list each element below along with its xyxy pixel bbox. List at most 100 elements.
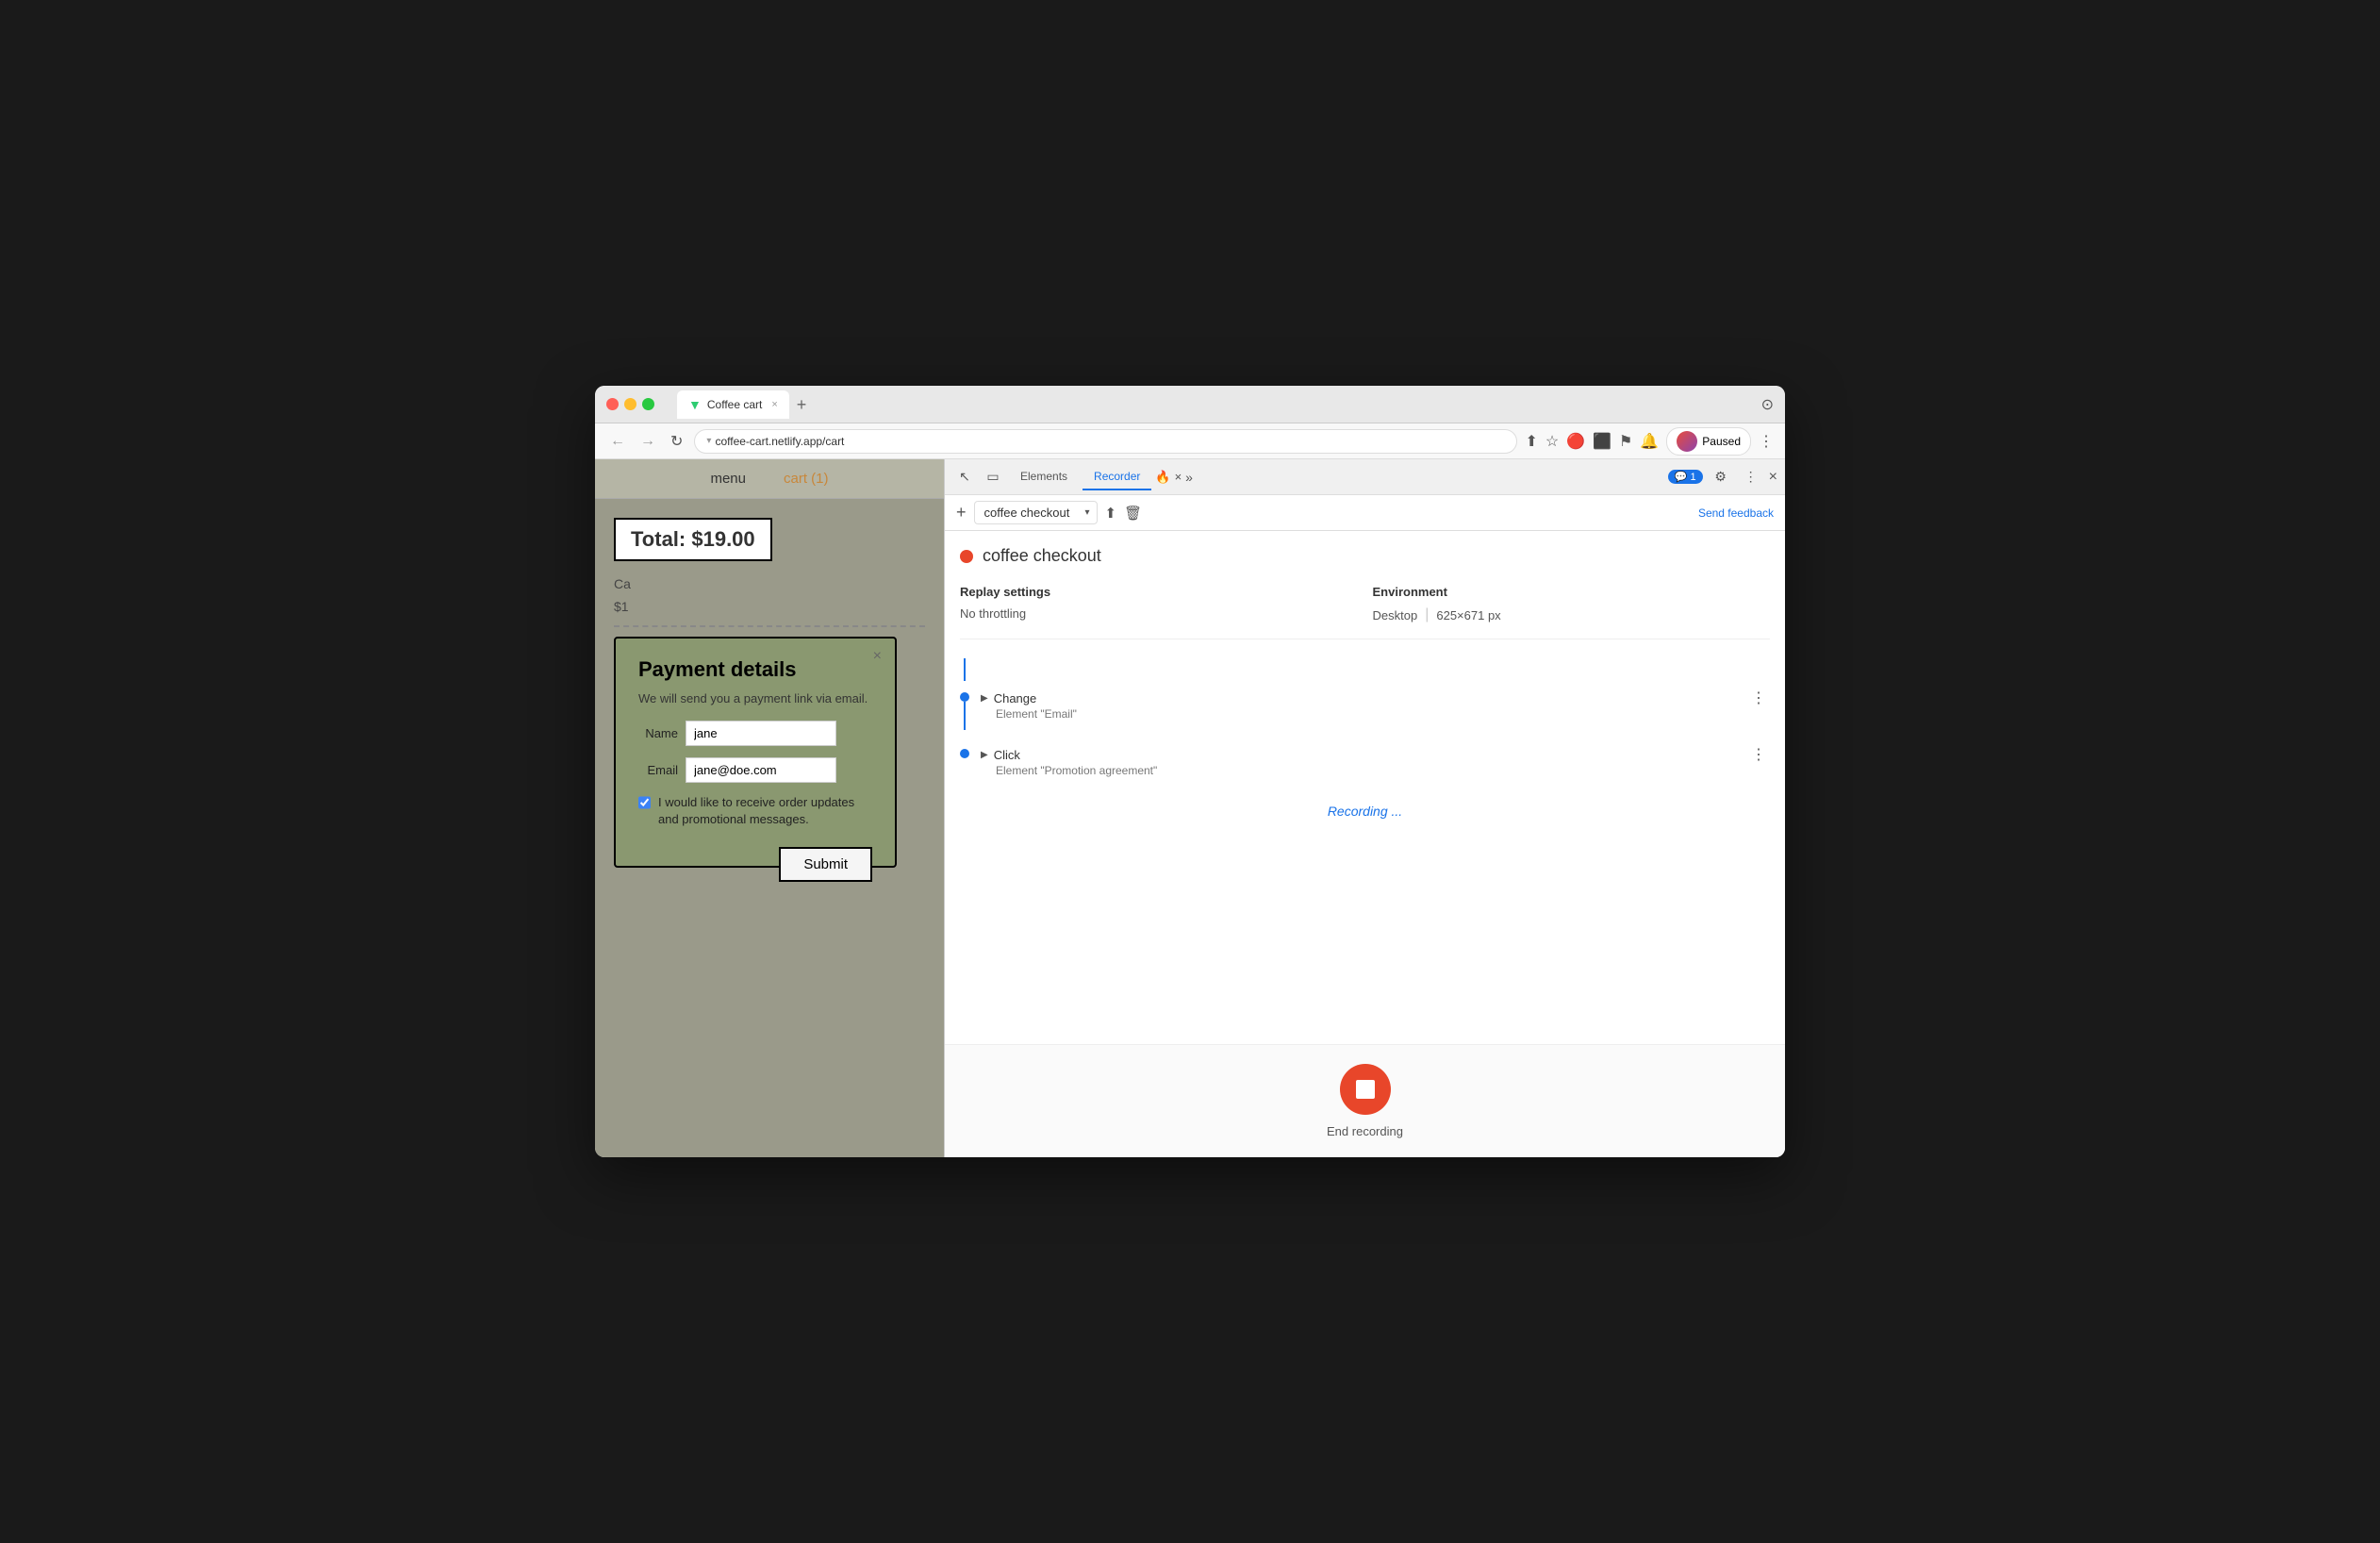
step-dot-area-1 [960, 689, 969, 730]
send-feedback-link[interactable]: Send feedback [1698, 506, 1774, 520]
bookmark-icon[interactable]: ☆ [1545, 432, 1559, 451]
environment-heading: Environment [1373, 585, 1771, 599]
new-tab-button[interactable]: + [793, 392, 811, 417]
page-content: menu cart (1) Total: $19.00 Ca $1 × [595, 459, 944, 1157]
page-body: Total: $19.00 Ca $1 × Payment details We… [595, 499, 944, 887]
lock-icon: ▾ [706, 436, 711, 446]
settings-icon[interactable]: ⊙ [1761, 395, 1774, 414]
name-label: Name [638, 726, 678, 740]
tab-favicon: ▼ [688, 397, 702, 412]
tab-close-icon[interactable]: × [771, 399, 777, 410]
cart-price-label: $1 [614, 599, 629, 614]
address-bar: ← → ↻ ▾ coffee-cart.netlify.app/cart ⬆ ☆… [595, 423, 1785, 459]
step-action-2: Click [994, 748, 1020, 762]
recording-dot [960, 550, 973, 563]
checkbox-row: I would like to receive order updates an… [638, 794, 872, 828]
add-recording-button[interactable]: + [956, 503, 967, 523]
step-body-1: ▶ Change ⋮ Element "Email" [981, 689, 1770, 721]
step-action-1: Change [994, 691, 1037, 705]
recording-select[interactable]: coffee checkout [974, 501, 1098, 524]
recording-status: Recording ... [960, 785, 1770, 838]
stop-icon [1356, 1080, 1375, 1099]
step-connector-top [964, 658, 966, 681]
env-value: Desktop [1373, 608, 1418, 622]
chat-count: 1 [1691, 472, 1696, 483]
export-recording-icon[interactable]: ⬆ [1105, 505, 1117, 522]
recording-select-wrapper: coffee checkout ▾ [974, 501, 1098, 524]
extension-icon-1[interactable]: 🔴 [1566, 432, 1585, 451]
url-bar[interactable]: ▾ coffee-cart.netlify.app/cart [694, 429, 1517, 454]
step-detail-2: Element "Promotion agreement" [981, 764, 1770, 777]
recorder-close-icon[interactable]: × [1175, 470, 1182, 484]
throttling-value: No throttling [960, 606, 1358, 623]
traffic-lights [606, 398, 654, 410]
email-field-row: Email [638, 757, 872, 783]
step-header-2: ▶ Click ⋮ [981, 745, 1770, 764]
recorder-beta-icon: 🔥 [1155, 470, 1170, 485]
extension-icon-3[interactable]: ⚑ [1619, 432, 1632, 451]
cart-nav-item[interactable]: cart (1) [784, 471, 829, 487]
email-input[interactable] [686, 757, 836, 783]
delete-recording-icon[interactable]: 🗑 [1124, 505, 1142, 522]
more-tabs-button[interactable]: » [1185, 470, 1193, 485]
cart-item-label: Ca [614, 576, 631, 591]
step-dot-1 [960, 692, 969, 702]
close-button[interactable] [606, 398, 619, 410]
minimize-button[interactable] [624, 398, 636, 410]
inspect-element-icon[interactable]: ↖ [952, 465, 977, 489]
step-more-button-1[interactable]: ⋮ [1747, 689, 1770, 707]
modal-subtitle: We will send you a payment link via emai… [638, 691, 872, 705]
close-devtools-button[interactable]: × [1769, 469, 1777, 486]
refresh-button[interactable]: ↻ [667, 430, 686, 453]
more-options-icon[interactable]: ⋮ [1759, 432, 1774, 451]
menu-nav-item[interactable]: menu [710, 471, 746, 487]
env-separator: | [1425, 606, 1429, 623]
step-body-2: ▶ Click ⋮ Element "Promotion agreement" [981, 745, 1770, 777]
maximize-button[interactable] [642, 398, 654, 410]
devtools-tabs: ↖ ▭ Elements Recorder 🔥 × » 💬 1 ⚙ ⋮ × [945, 459, 1785, 495]
tab-recorder[interactable]: Recorder [1083, 464, 1151, 490]
step-expand-icon-2[interactable]: ▶ [981, 750, 988, 760]
toolbar-icons: ⬆ ☆ 🔴 ⬛ ⚑ 🔔 Paused ⋮ [1525, 427, 1774, 456]
forward-button[interactable]: → [636, 431, 659, 452]
url-text: coffee-cart.netlify.app/cart [715, 435, 844, 448]
page-nav: menu cart (1) [595, 459, 944, 499]
step-detail-1: Element "Email" [981, 707, 1770, 721]
back-button[interactable]: ← [606, 431, 629, 452]
name-field-row: Name [638, 721, 872, 746]
end-recording-button[interactable] [1340, 1064, 1391, 1115]
submit-button[interactable]: Submit [779, 847, 872, 882]
checkbox-label: I would like to receive order updates an… [658, 794, 872, 828]
paused-button[interactable]: Paused [1666, 427, 1751, 456]
replay-settings-heading: Replay settings [960, 585, 1358, 599]
browser-tab[interactable]: ▼ Coffee cart × [677, 390, 789, 419]
device-toolbar-icon[interactable]: ▭ [981, 465, 1005, 489]
devtools-settings-icon[interactable]: ⚙ [1709, 465, 1733, 489]
tab-title: Coffee cart [707, 398, 762, 411]
extension-icon-4[interactable]: 🔔 [1640, 432, 1659, 451]
paused-label: Paused [1702, 435, 1741, 448]
extension-icon-2[interactable]: ⬛ [1593, 432, 1611, 451]
devtools-more-icon[interactable]: ⋮ [1739, 465, 1763, 489]
modal-close-button[interactable]: × [873, 648, 882, 665]
devtools-panel: ↖ ▭ Elements Recorder 🔥 × » 💬 1 ⚙ ⋮ × [944, 459, 1785, 1157]
chat-badge[interactable]: 💬 1 [1668, 470, 1703, 484]
devtools-content: coffee checkout Replay settings Environm… [945, 531, 1785, 1044]
steps-list: ▶ Change ⋮ Element "Email" [960, 658, 1770, 1029]
step-dot-area-2 [960, 745, 969, 758]
step-connector-1 [964, 702, 966, 730]
share-icon[interactable]: ⬆ [1525, 432, 1537, 451]
promotion-checkbox[interactable] [638, 796, 651, 809]
divider [614, 625, 925, 627]
step-more-button-2[interactable]: ⋮ [1747, 745, 1770, 764]
name-input[interactable] [686, 721, 836, 746]
total-text: Total: $19.00 [631, 527, 755, 551]
replay-settings-grid: Replay settings Environment No throttlin… [960, 585, 1770, 639]
step-header-1: ▶ Change ⋮ [981, 689, 1770, 707]
step-expand-icon-1[interactable]: ▶ [981, 693, 988, 704]
recording-title: coffee checkout [960, 546, 1770, 566]
tab-bar: ▼ Coffee cart × + [677, 390, 1754, 419]
total-box: Total: $19.00 [614, 518, 772, 561]
step-item-click: ▶ Click ⋮ Element "Promotion agreement" [960, 738, 1770, 785]
tab-elements[interactable]: Elements [1009, 464, 1079, 490]
